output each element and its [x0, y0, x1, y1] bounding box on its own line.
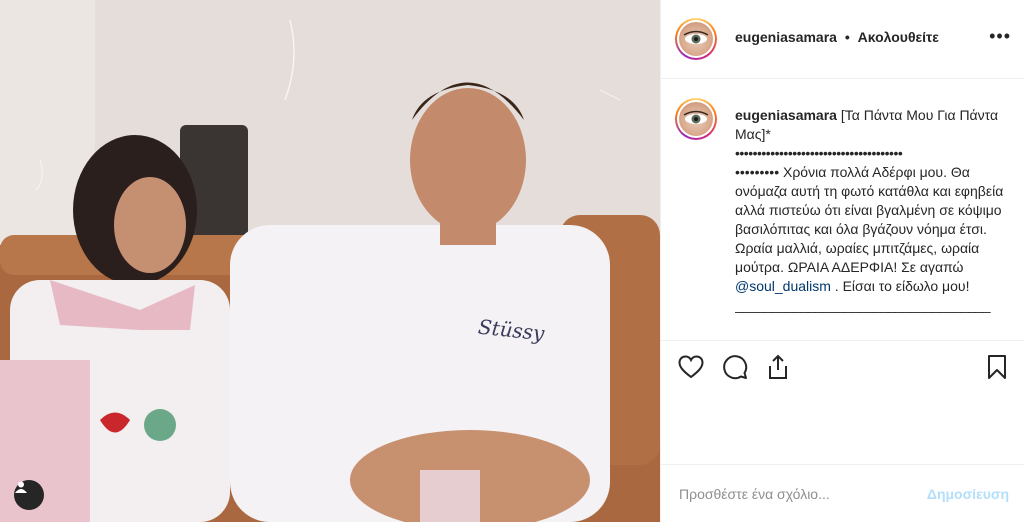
- header-user-line: eugeniasamara • Ακολουθείτε: [735, 29, 939, 45]
- photo-illustration: [0, 0, 660, 522]
- action-bar: [661, 340, 1024, 398]
- comment-input[interactable]: Προσθέστε ένα σχόλιο...: [679, 486, 830, 502]
- add-comment-bar: Προσθέστε ένα σχόλιο... Δημοσίευση: [661, 464, 1024, 523]
- avatar[interactable]: [675, 18, 717, 60]
- avatar-image: [679, 22, 713, 56]
- caption-username-link[interactable]: eugeniasamara: [735, 107, 837, 123]
- share-icon: [769, 354, 787, 379]
- avatar-image: [679, 102, 713, 136]
- caption-dots-row: ••••••••••••••••••••••••••••••••••••••: [735, 145, 903, 161]
- post-photo[interactable]: Stüssy: [0, 0, 660, 522]
- comment-button[interactable]: [721, 353, 749, 381]
- more-options-button[interactable]: •••: [989, 26, 1011, 47]
- instagram-post: Stüssy eugeniasamara • Ακολουθείτε ••• e…: [0, 0, 1024, 522]
- caption-tail: . Είσαι το είδωλο μου!: [830, 278, 970, 294]
- post-sidebar: eugeniasamara • Ακολουθείτε ••• eugenias…: [660, 0, 1024, 522]
- caption-text: eugeniasamara [Τα Πάντα Μου Για Πάντα Μα…: [735, 106, 1005, 315]
- like-button[interactable]: [677, 353, 705, 381]
- caption-avatar[interactable]: [675, 98, 717, 140]
- caption-underline: ___________________________________: [735, 297, 991, 313]
- following-button[interactable]: Ακολουθείτε: [858, 29, 939, 45]
- caption-comment: eugeniasamara [Τα Πάντα Μου Για Πάντα Μα…: [661, 78, 1024, 341]
- heart-icon: [678, 355, 704, 379]
- separator-dot: •: [844, 29, 850, 45]
- share-button[interactable]: [764, 353, 792, 381]
- caption-body: ••••••••• Χρόνια πολλά Αδέρφι μου. Θα ον…: [735, 164, 1004, 275]
- comment-icon: [723, 355, 748, 380]
- tagged-users-button[interactable]: [14, 480, 44, 510]
- username-link[interactable]: eugeniasamara: [735, 29, 837, 45]
- bookmark-icon: [988, 355, 1006, 379]
- publish-button[interactable]: Δημοσίευση: [927, 486, 1009, 502]
- mention-link[interactable]: @soul_dualism: [735, 278, 831, 294]
- save-button[interactable]: [983, 353, 1011, 381]
- user-icon: [15, 481, 27, 493]
- post-header: eugeniasamara • Ακολουθείτε •••: [661, 0, 1024, 79]
